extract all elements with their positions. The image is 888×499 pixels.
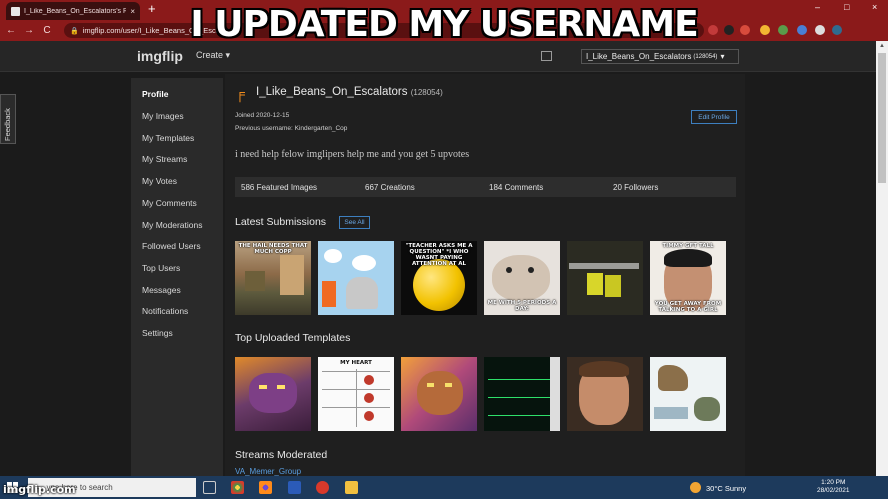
site-header: imgflip Create ▾ I_Like_Beans_On_Escalat… <box>0 41 876 72</box>
feedback-tab[interactable]: Feedback <box>0 94 16 144</box>
sidebar-item-messages[interactable]: Messages <box>142 285 181 295</box>
template-thumbnail[interactable] <box>650 357 726 431</box>
meme-caption: I UPDATED MY USERNAME <box>190 4 698 45</box>
stat-featured[interactable]: 586 Featured Images <box>241 183 317 192</box>
submission-thumbnail[interactable] <box>318 241 394 315</box>
sidebar-item-top-users[interactable]: Top Users <box>142 263 180 273</box>
submission-thumbnail[interactable]: "TEACHER ASKS ME A QUESTION" *I WHO WASN… <box>401 241 477 315</box>
file-explorer-icon[interactable] <box>345 481 358 494</box>
create-menu-button[interactable]: Create ▾ <box>196 50 230 61</box>
sidebar-item-my-comments[interactable]: My Comments <box>142 198 197 208</box>
stats-bar: 586 Featured Images 667 Creations 184 Co… <box>235 177 736 197</box>
sidebar-item-my-images[interactable]: My Images <box>142 111 184 121</box>
stat-creations[interactable]: 667 Creations <box>365 183 415 192</box>
scroll-thumb[interactable] <box>878 53 886 183</box>
screen: I_Like_Beans_On_Escalators's Pro × + – □… <box>0 0 888 499</box>
thumbnail-caption: THE HAIL NEEDS THAT MUCH COPP <box>238 243 308 255</box>
system-clock[interactable]: 1:20 PM 28/02/2021 <box>817 479 850 495</box>
user-menu-name: I_Like_Beans_On_Escalators <box>586 52 692 61</box>
top-templates-title: Top Uploaded Templates <box>235 332 351 344</box>
sidebar-item-my-streams[interactable]: My Streams <box>142 154 187 164</box>
see-all-button[interactable]: See All <box>339 216 370 229</box>
joined-date: Joined 2020-12-15 <box>235 112 290 119</box>
template-thumbnail[interactable] <box>567 357 643 431</box>
previous-username: Previous username: Kindergarten_Cop <box>235 125 348 132</box>
template-thumbnail[interactable]: MY HEART <box>318 357 394 431</box>
submission-thumbnail[interactable]: ME WITH 5 PERIODS A DAY: <box>484 241 560 315</box>
sidebar-item-my-templates[interactable]: My Templates <box>142 133 194 143</box>
sidebar-item-my-moderations[interactable]: My Moderations <box>142 220 202 230</box>
chrome-icon[interactable] <box>231 481 244 494</box>
scrollbar[interactable]: ▲ <box>876 41 888 476</box>
profile-points: (128054) <box>410 88 443 97</box>
template-thumbnail[interactable] <box>235 357 311 431</box>
profile-sidebar: Profile My Images My Templates My Stream… <box>131 78 223 478</box>
submission-thumbnail[interactable]: TIMMY GFT TALL YOU GET AWAY FROM TALKING… <box>650 241 726 315</box>
imgflip-logo[interactable]: imgflip <box>137 48 183 64</box>
upload-icon[interactable] <box>541 51 552 61</box>
feedback-label: Feedback <box>3 108 12 141</box>
submission-thumbnail[interactable] <box>567 241 643 315</box>
sidebar-item-settings[interactable]: Settings <box>142 328 173 338</box>
sidebar-item-my-votes[interactable]: My Votes <box>142 176 177 186</box>
submission-thumbnail[interactable]: THE HAIL NEEDS THAT MUCH COPP <box>235 241 311 315</box>
template-thumbnail[interactable] <box>484 357 560 431</box>
chevron-down-icon: ▾ <box>720 52 725 61</box>
profile-username: I_Like_Beans_On_Escalators (128054) <box>256 86 443 98</box>
profile-username-text: I_Like_Beans_On_Escalators <box>256 86 408 98</box>
stat-comments[interactable]: 184 Comments <box>489 183 543 192</box>
sidebar-item-notifications[interactable]: Notifications <box>142 306 188 316</box>
clock-time: 1:20 PM <box>821 479 846 486</box>
edit-profile-button[interactable]: Edit Profile <box>691 110 737 124</box>
thumbnail-caption: TIMMY GFT TALL <box>662 243 714 249</box>
profile-bio: i need help felow imglipers help me and … <box>235 149 470 160</box>
thumbnail-caption: MY HEART <box>340 360 372 366</box>
stat-followers[interactable]: 20 Followers <box>613 183 658 192</box>
thumbnail-caption: YOU GET AWAY FROM TALKING TO A GIRL <box>654 301 722 313</box>
task-view-icon[interactable] <box>203 481 216 494</box>
user-menu-points: (128054) <box>693 53 718 60</box>
streams-moderated-title: Streams Moderated <box>235 449 328 461</box>
clock-date: 28/02/2021 <box>817 487 850 494</box>
user-avatar-icon: ╒ <box>235 85 245 101</box>
sidebar-item-followed-users[interactable]: Followed Users <box>142 241 201 251</box>
app-icon[interactable] <box>316 481 329 494</box>
word-icon[interactable] <box>288 481 301 494</box>
sidebar-item-profile[interactable]: Profile <box>142 89 168 99</box>
template-thumbnail[interactable] <box>401 357 477 431</box>
firefox-icon[interactable] <box>259 481 272 494</box>
weather-text[interactable]: 30°C Sunny <box>706 484 746 493</box>
imgflip-watermark: imgflip.com <box>3 483 76 496</box>
thumbnail-caption: "TEACHER ASKS ME A QUESTION" *I WHO WASN… <box>405 243 473 267</box>
stream-link[interactable]: VA_Memer_Group <box>235 467 301 476</box>
thumbnail-caption: ME WITH 5 PERIODS A DAY: <box>487 300 557 312</box>
user-menu-button[interactable]: I_Like_Beans_On_Escalators (128054) ▾ <box>581 49 739 64</box>
windows-taskbar: ⌕ ype here to search 30°C Sunny 1:20 PM … <box>0 476 888 499</box>
profile-main: ╒ I_Like_Beans_On_Escalators (128054) Jo… <box>225 74 745 476</box>
weather-icon <box>690 482 701 493</box>
latest-submissions-title: Latest Submissions <box>235 216 327 228</box>
